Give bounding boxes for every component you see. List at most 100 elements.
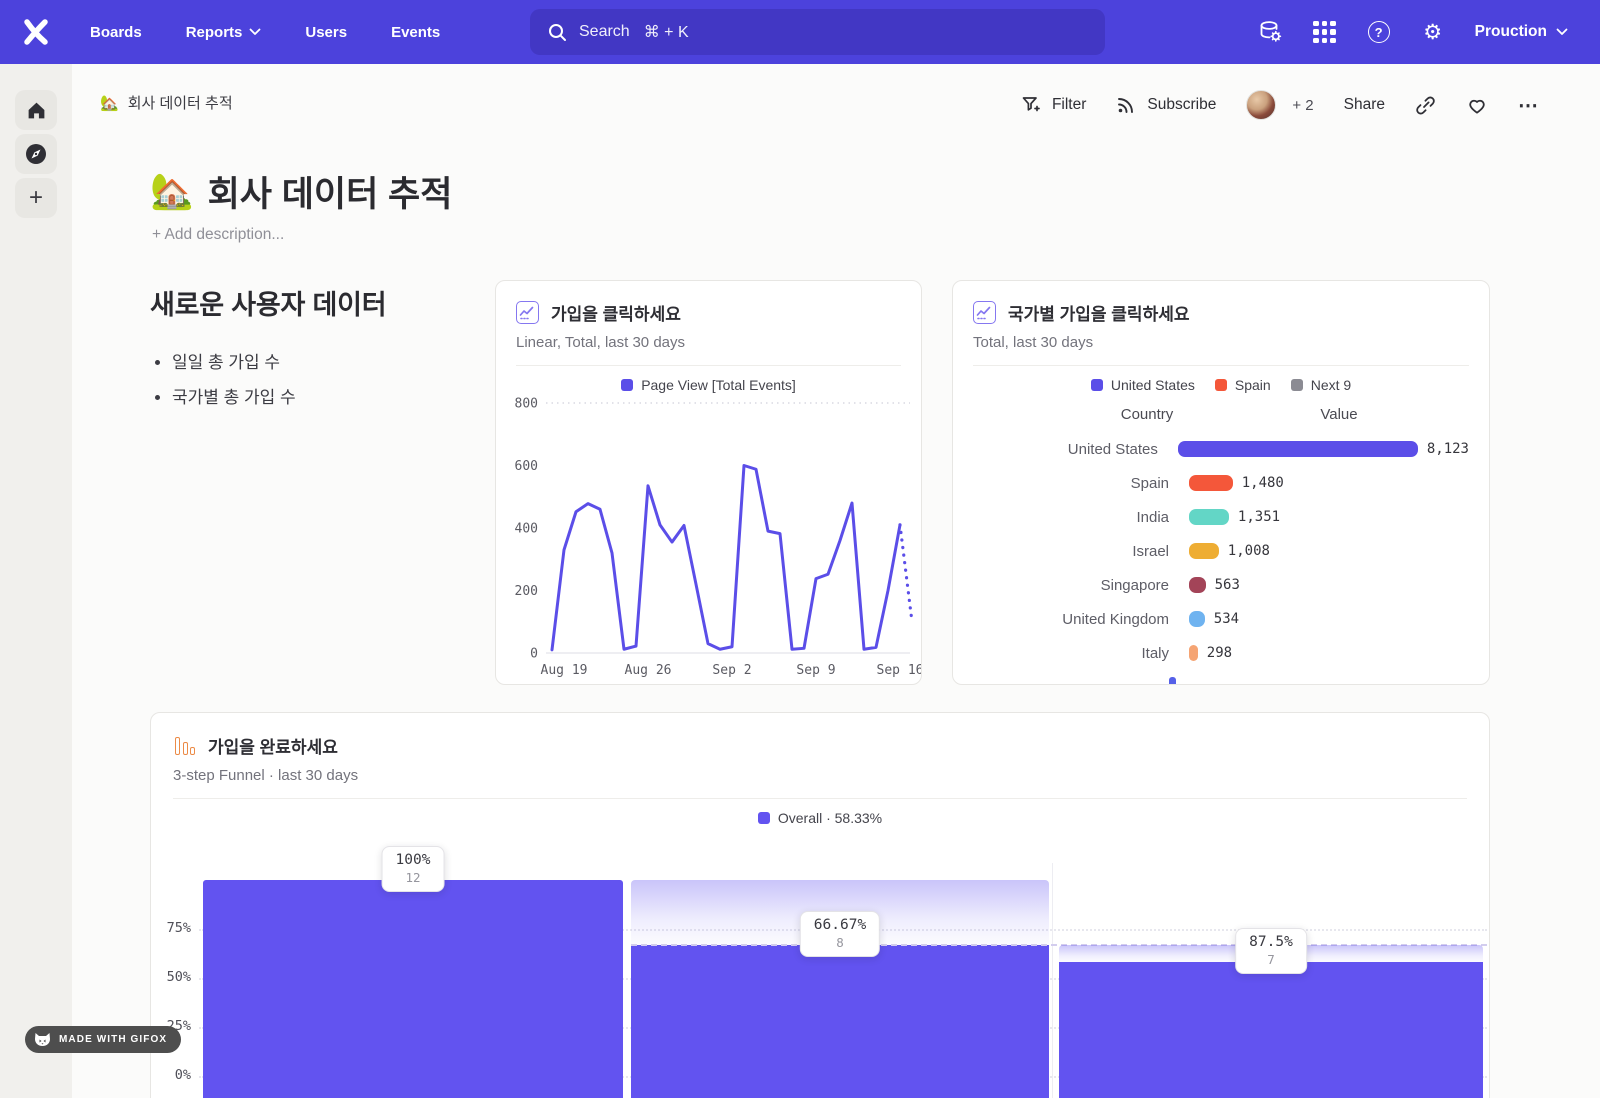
line-chart-icon [516, 301, 539, 324]
subscribe-label: Subscribe [1147, 96, 1216, 114]
funnel-tooltip: 87.5%7 [1235, 928, 1307, 974]
country-label: Spain [973, 475, 1169, 492]
nav-item-boards[interactable]: Boards [72, 14, 160, 51]
card-header: 가입을 클릭하세요 Linear, Total, last 30 days Pa… [496, 281, 921, 393]
country-bar-list: United States8,123 Spain 1,480 India 1,351 Is… [973, 432, 1469, 670]
country-row[interactable]: Israel 1,008 [973, 534, 1469, 568]
nav-item-label: Boards [90, 24, 142, 41]
page-title[interactable]: 🏡 회사 데이터 추적 [150, 166, 452, 217]
column-header-country: Country [1063, 406, 1231, 423]
compass-icon [24, 142, 48, 166]
funnel-bar-step-1[interactable] [203, 880, 623, 1098]
nav-item-reports[interactable]: Reports [168, 14, 280, 51]
legend-label: Spain [1235, 377, 1271, 393]
funnel-tooltip: 100%12 [382, 846, 445, 892]
divider [516, 365, 901, 366]
share-label: Share [1344, 96, 1385, 114]
text-widget[interactable]: 새로운 사용자 데이터 일일 총 가입 수 국가별 총 가입 수 [150, 283, 490, 418]
more-options-button[interactable]: ⋯ [1518, 93, 1540, 118]
country-bar-card[interactable]: 국가별 가입을 클릭하세요 Total, last 30 days United… [952, 280, 1490, 685]
funnel-bar-step-3[interactable] [1059, 962, 1483, 1098]
add-board-button[interactable]: + [15, 178, 57, 218]
country-value: 298 [1207, 645, 1232, 661]
search-placeholder: Search [579, 23, 630, 41]
home-button[interactable] [15, 90, 57, 130]
data-management-button[interactable] [1249, 12, 1293, 52]
mixpanel-logo[interactable] [0, 15, 72, 49]
x-axis-tick: Sep 9 [796, 663, 835, 678]
country-label: Israel [973, 543, 1169, 560]
funnel-chart-card[interactable]: 가입을 완료하세요 3-step Funnel · last 30 days O… [150, 712, 1490, 1098]
funnel-bar-step-2[interactable] [631, 945, 1049, 1098]
nav-item-events[interactable]: Events [373, 14, 458, 51]
settings-button[interactable]: ⚙ [1411, 12, 1455, 52]
chart-legend: United States Spain Next 9 [973, 377, 1469, 393]
country-label: Italy [973, 645, 1169, 662]
nav-item-users[interactable]: Users [287, 14, 365, 51]
country-row[interactable]: Italy 298 [973, 636, 1469, 670]
y-axis-tick: 200 [515, 584, 538, 599]
card-header: 국가별 가입을 클릭하세요 Total, last 30 days United… [953, 281, 1489, 670]
add-description-button[interactable]: + Add description... [152, 226, 284, 244]
search-icon [548, 23, 567, 42]
series-line-dotted-tail [900, 525, 912, 622]
country-value: 1,351 [1238, 509, 1280, 525]
chevron-down-icon [249, 28, 261, 36]
card-title: 가입을 클릭하세요 [551, 300, 681, 325]
funnel-tooltip: 66.67%8 [800, 911, 880, 957]
tooltip-conversion: 87.5% [1249, 934, 1293, 950]
legend-item[interactable]: Next 9 [1291, 377, 1351, 393]
apps-grid-button[interactable] [1303, 12, 1347, 52]
board-emoji: 🏡 [100, 94, 119, 112]
table-header: Country Value [973, 406, 1469, 423]
country-bar [1189, 645, 1198, 661]
country-value: 1,008 [1228, 543, 1270, 559]
subscribe-button[interactable]: Subscribe [1116, 95, 1216, 115]
search-input[interactable]: Search ⌘ + K [530, 9, 1105, 55]
tooltip-count: 8 [814, 935, 866, 950]
line-chart-card[interactable]: 가입을 클릭하세요 Linear, Total, last 30 days Pa… [495, 280, 922, 685]
country-label: United Kingdom [973, 611, 1169, 628]
copy-link-button[interactable] [1415, 95, 1436, 116]
database-gear-icon [1258, 19, 1284, 45]
top-navbar: Boards Reports Users Events Search ⌘ + K [0, 0, 1600, 64]
share-button[interactable]: Share [1344, 96, 1385, 114]
link-icon [1415, 95, 1436, 116]
country-row[interactable]: Singapore563 [973, 568, 1469, 602]
fox-icon [34, 1032, 51, 1047]
help-button[interactable]: ? [1357, 12, 1401, 52]
grid-icon [1313, 21, 1336, 44]
gear-icon: ⚙ [1423, 22, 1442, 43]
help-icon: ? [1368, 21, 1390, 43]
filter-icon [1021, 95, 1042, 115]
country-row[interactable]: United Kingdom534 [973, 602, 1469, 636]
legend-label: United States [1111, 377, 1195, 393]
home-icon [26, 100, 47, 121]
page-title-emoji: 🏡 [150, 171, 194, 212]
country-row[interactable]: United States8,123 [973, 432, 1469, 466]
gridline-vertical [1052, 863, 1053, 1098]
explore-button[interactable] [15, 134, 57, 174]
y-axis-tick: 0% [151, 1067, 191, 1083]
collaborators[interactable]: + 2 [1246, 90, 1313, 120]
list-item: 국가별 총 가입 수 [172, 383, 490, 408]
gifox-label: MADE WITH GIFOX [59, 1034, 167, 1045]
plus-icon: + [29, 186, 43, 210]
country-bar [1189, 611, 1205, 627]
text-widget-list: 일일 총 가입 수 국가별 총 가입 수 [172, 348, 490, 408]
country-label: India [973, 509, 1169, 526]
country-row[interactable]: Spain 1,480 [973, 466, 1469, 500]
country-label: Singapore [973, 577, 1169, 594]
legend-swatch [1091, 379, 1103, 391]
country-value: 1,480 [1242, 475, 1284, 491]
legend-item[interactable]: Spain [1215, 377, 1271, 393]
legend-item[interactable]: United States [1091, 377, 1195, 393]
legend-swatch [1215, 379, 1227, 391]
board-toolbar: Filter Subscribe + 2 Share [1021, 88, 1540, 122]
gifox-watermark: MADE WITH GIFOX [25, 1026, 181, 1053]
favorite-button[interactable] [1466, 95, 1488, 115]
project-switcher[interactable]: Prouction [1465, 15, 1578, 49]
filter-button[interactable]: Filter [1021, 95, 1086, 115]
country-row[interactable]: India 1,351 [973, 500, 1469, 534]
breadcrumb[interactable]: 🏡 회사 데이터 추적 [100, 92, 233, 113]
